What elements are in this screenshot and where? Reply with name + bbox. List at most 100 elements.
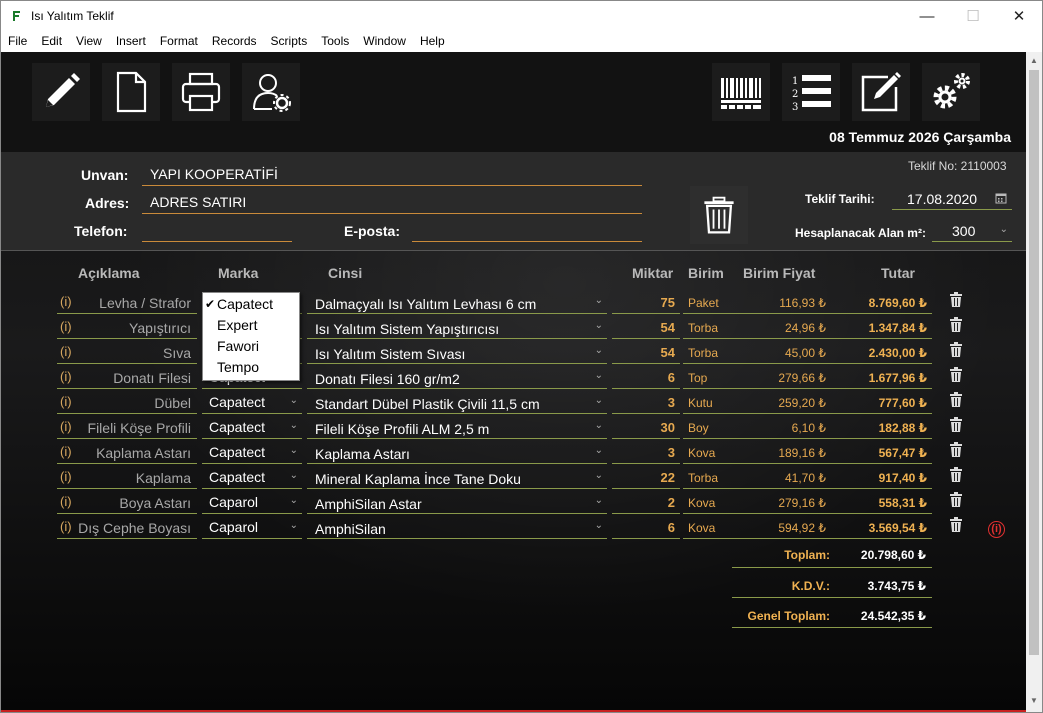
menu-help[interactable]: Help — [413, 31, 452, 52]
trash-icon[interactable] — [949, 317, 963, 333]
info-icon[interactable]: (i) — [60, 344, 72, 359]
unit-price: 6,10 ₺ — [735, 417, 831, 439]
print-button[interactable] — [172, 63, 230, 121]
type-select[interactable]: Standart Dübel Plastik Çivili 11,5 cm ⌄ — [307, 392, 607, 414]
type-select[interactable]: Isı Yalıtım Sistem Yapıştırıcısı ⌄ — [307, 317, 607, 339]
dropdown-option[interactable]: ✔ Capatect — [203, 294, 299, 315]
info-icon[interactable]: (i) — [60, 469, 72, 484]
dropdown-option[interactable]: Tempo — [203, 357, 299, 378]
description-cell[interactable]: (i) Levha / Strafor — [57, 292, 197, 314]
alan-select[interactable]: 300 ⌄ — [932, 220, 1012, 242]
trash-icon[interactable] — [949, 442, 963, 458]
brand-select[interactable]: Capatect ⌄ — [202, 392, 302, 414]
trash-icon[interactable] — [949, 342, 963, 358]
info-icon[interactable]: (i) — [60, 369, 72, 384]
menu-file[interactable]: File — [1, 31, 34, 52]
maximize-button[interactable]: ☐ — [950, 1, 996, 31]
quantity-field[interactable]: 54 — [612, 342, 680, 364]
menu-edit[interactable]: Edit — [34, 31, 69, 52]
menu-scripts[interactable]: Scripts — [264, 31, 315, 52]
type-select[interactable]: Dalmaçyalı Isı Yalıtım Levhası 6 cm ⌄ — [307, 292, 607, 314]
description-cell[interactable]: (i) Dübel — [57, 392, 197, 414]
new-document-button[interactable] — [102, 63, 160, 121]
info-icon[interactable]: (i) — [60, 319, 72, 334]
dropdown-option[interactable]: Fawori — [203, 336, 299, 357]
unit-price: 45,00 ₺ — [735, 342, 831, 364]
menu-format[interactable]: Format — [153, 31, 205, 52]
quantity-field[interactable]: 2 — [612, 492, 680, 514]
description-cell[interactable]: (i) Dış Cephe Boyası — [57, 517, 197, 539]
column-birim: Birim — [688, 265, 724, 281]
quantity-field[interactable]: 54 — [612, 317, 680, 339]
brand-select[interactable]: Capatect ⌄ — [202, 442, 302, 464]
description-cell[interactable]: (i) Sıva — [57, 342, 197, 364]
teklif-tarihi-field[interactable]: 17.08.2020 — [892, 188, 1012, 210]
description-cell[interactable]: (i) Boya Astarı — [57, 492, 197, 514]
type-select[interactable]: Donatı Filesi 160 gr/m2 ⌄ — [307, 367, 607, 389]
quantity-field[interactable]: 6 — [612, 517, 680, 539]
close-button[interactable]: ✕ — [996, 1, 1042, 31]
numbered-list-button[interactable]: 1 2 3 — [782, 63, 840, 121]
eposta-field[interactable] — [412, 220, 642, 242]
description-cell[interactable]: (i) Yapıştırıcı — [57, 317, 197, 339]
type-select[interactable]: Kaplama Astarı ⌄ — [307, 442, 607, 464]
menu-window[interactable]: Window — [356, 31, 413, 52]
menu-tools[interactable]: Tools — [314, 31, 356, 52]
type-select[interactable]: AmphiSilan ⌄ — [307, 517, 607, 539]
description-cell[interactable]: (i) Kaplama — [57, 467, 197, 489]
brand-select[interactable]: Capatect ⌄ — [202, 467, 302, 489]
info-icon[interactable]: (i) — [60, 394, 72, 409]
user-settings-button[interactable] — [242, 63, 300, 121]
trash-icon[interactable] — [949, 467, 963, 483]
trash-icon[interactable] — [949, 417, 963, 433]
menu-insert[interactable]: Insert — [109, 31, 153, 52]
type-select[interactable]: Isı Yalıtım Sistem Sıvası ⌄ — [307, 342, 607, 364]
quantity-field[interactable]: 6 — [612, 367, 680, 389]
chevron-down-icon: ⌄ — [594, 420, 603, 431]
telefon-field[interactable] — [142, 220, 292, 242]
unvan-field[interactable]: YAPI KOOPERATİFİ — [142, 164, 642, 186]
calendar-icon[interactable] — [995, 192, 1007, 204]
info-icon[interactable]: (i) — [60, 419, 72, 434]
edit-note-button[interactable] — [852, 63, 910, 121]
description-cell[interactable]: (i) Donatı Filesi — [57, 367, 197, 389]
type-select[interactable]: Fileli Köşe Profili ALM 2,5 m ⌄ — [307, 417, 607, 439]
scroll-up-icon[interactable]: ▲ — [1030, 56, 1038, 65]
column-cinsi: Cinsi — [328, 265, 363, 281]
trash-icon[interactable] — [949, 292, 963, 308]
type-select[interactable]: Mineral Kaplama İnce Tane Doku ⌄ — [307, 467, 607, 489]
info-icon[interactable]: (i) — [60, 444, 72, 459]
type-select[interactable]: AmphiSilan Astar ⌄ — [307, 492, 607, 514]
trash-icon[interactable] — [949, 492, 963, 508]
quantity-field[interactable]: 75 — [612, 292, 680, 314]
settings-button[interactable] — [922, 63, 980, 121]
vertical-scrollbar[interactable]: ▲ ▼ — [1026, 52, 1042, 712]
edit-button[interactable] — [32, 63, 90, 121]
brand-select[interactable]: Caparol ⌄ — [202, 492, 302, 514]
brand-select[interactable]: Capatect ⌄ — [202, 417, 302, 439]
quantity-field[interactable]: 3 — [612, 442, 680, 464]
minimize-button[interactable]: — — [904, 1, 950, 31]
brand-select[interactable]: Caparol ⌄ — [202, 517, 302, 539]
quantity-field[interactable]: 22 — [612, 467, 680, 489]
menu-view[interactable]: View — [69, 31, 109, 52]
dropdown-option[interactable]: Expert — [203, 315, 299, 336]
description-cell[interactable]: (i) Fileli Köşe Profili — [57, 417, 197, 439]
info-icon[interactable]: (i) — [60, 494, 72, 509]
description-cell[interactable]: (i) Kaplama Astarı — [57, 442, 197, 464]
trash-icon[interactable] — [949, 392, 963, 408]
menu-records[interactable]: Records — [205, 31, 264, 52]
barcode-button[interactable] — [712, 63, 770, 121]
info-icon[interactable]: (i) — [60, 294, 72, 309]
trash-icon[interactable] — [949, 517, 963, 533]
delete-record-button[interactable] — [690, 186, 748, 244]
adres-field[interactable]: ADRES SATIRI — [142, 192, 642, 214]
quantity-field[interactable]: 30 — [612, 417, 680, 439]
chevron-down-icon: ⌄ — [594, 370, 603, 381]
scroll-thumb[interactable] — [1029, 70, 1039, 655]
info-icon[interactable]: (i) — [60, 519, 72, 534]
quantity-field[interactable]: 3 — [612, 392, 680, 414]
scroll-down-icon[interactable]: ▼ — [1030, 696, 1038, 705]
warning-icon[interactable]: (i) — [988, 521, 1005, 538]
trash-icon[interactable] — [949, 367, 963, 383]
